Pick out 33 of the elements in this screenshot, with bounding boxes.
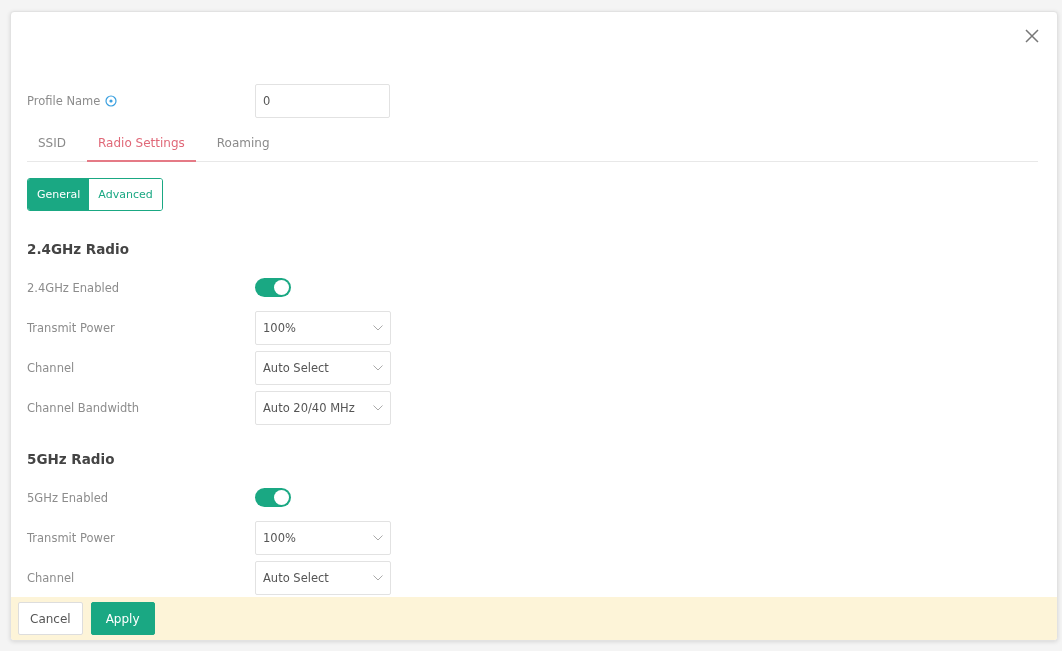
cancel-button[interactable]: Cancel [18, 602, 83, 635]
field-label: Channel Bandwidth [27, 400, 140, 415]
close-icon [1025, 29, 1039, 43]
field-label: Transmit Power [27, 530, 115, 545]
field-label: Channel [27, 570, 75, 585]
chevron-down-icon [373, 574, 383, 581]
dropdown-value: Auto Select [263, 570, 329, 585]
toggle-switch[interactable] [255, 488, 291, 507]
dropdown-value: 100% [263, 320, 296, 335]
tab[interactable]: Roaming [205, 127, 281, 162]
dropdown[interactable]: Auto 20/40 MHz [255, 390, 391, 425]
toggle-switch[interactable] [255, 278, 291, 297]
chevron-down-icon [373, 324, 383, 331]
profile-name-label: Profile Name [27, 94, 101, 108]
dropdown[interactable]: Auto Select [255, 350, 391, 385]
field-label: 2.4GHz Enabled [27, 280, 119, 295]
section-heading: 5GHz Radio [27, 450, 116, 469]
dropdown-value: 100% [263, 530, 296, 545]
dropdown-value: Auto Select [263, 360, 329, 375]
dropdown-value: Auto 20/40 MHz [263, 400, 355, 415]
dropdown[interactable]: 100% [255, 520, 391, 555]
section-heading: 2.4GHz Radio [27, 240, 130, 259]
field-label: Channel [27, 360, 75, 375]
tab[interactable]: SSID [27, 127, 77, 162]
info-icon [105, 95, 118, 107]
dropdown[interactable]: 100% [255, 310, 391, 345]
dropdown[interactable]: Auto Select [255, 560, 391, 595]
chevron-down-icon [373, 404, 383, 411]
chevron-down-icon [373, 364, 383, 371]
field-label: 5GHz Enabled [27, 490, 109, 505]
chevron-down-icon [373, 534, 383, 541]
profile-name-field[interactable]: 0 [255, 84, 390, 118]
field-label: Transmit Power [27, 320, 115, 335]
